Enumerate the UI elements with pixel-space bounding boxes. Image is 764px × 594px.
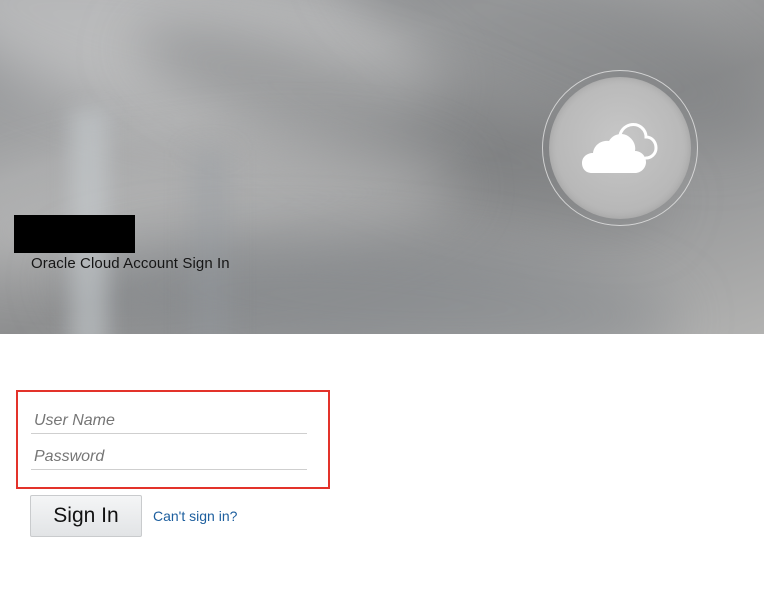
cant-sign-in-link[interactable]: Can't sign in? bbox=[153, 508, 237, 524]
username-input[interactable] bbox=[31, 408, 307, 434]
cloud-logo-badge bbox=[542, 70, 698, 226]
cloud-icon bbox=[582, 123, 658, 173]
page-title: Oracle Cloud Account Sign In bbox=[31, 255, 230, 272]
hero-banner: Oracle Cloud Account Sign In bbox=[0, 0, 764, 334]
sign-in-button[interactable]: Sign In bbox=[30, 495, 142, 537]
credentials-highlight-frame bbox=[16, 390, 330, 489]
background-blur bbox=[190, 150, 230, 334]
password-input[interactable] bbox=[31, 444, 307, 470]
redacted-box bbox=[14, 215, 135, 253]
